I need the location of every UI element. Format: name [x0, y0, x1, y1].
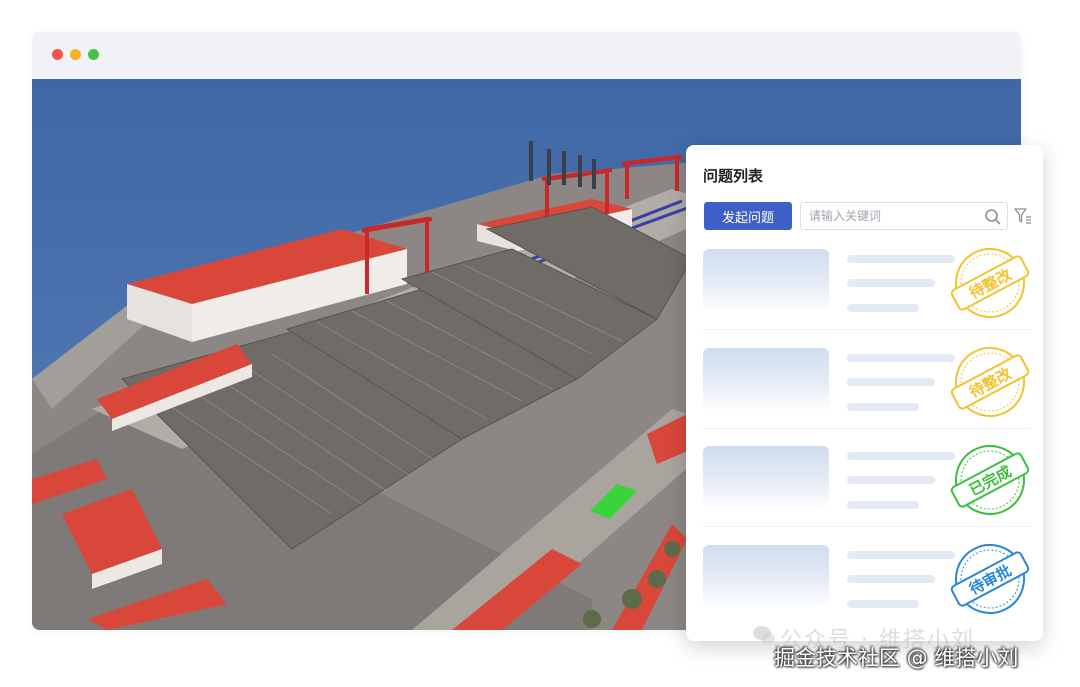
raise-issue-button[interactable]: 发起问题: [704, 202, 792, 230]
issue-list-item[interactable]: 已完成: [703, 445, 1030, 528]
issue-thumbnail: [703, 446, 829, 510]
status-stamp: 待整改: [950, 248, 1030, 318]
status-stamp: 待整改: [950, 347, 1030, 417]
wechat-icon: [753, 626, 775, 644]
issue-list-item[interactable]: 待审批: [703, 544, 1030, 627]
panel-title: 问题列表: [703, 167, 764, 185]
text-placeholder-line: [847, 354, 955, 362]
text-placeholder-line: [847, 304, 919, 312]
text-placeholder-line: [847, 476, 935, 484]
list-divider: [703, 428, 1030, 429]
search-box[interactable]: [800, 202, 1008, 230]
window-titlebar: [32, 32, 1021, 79]
issue-thumbnail: [703, 348, 829, 412]
issue-list-item[interactable]: 待整改: [703, 347, 1030, 430]
text-placeholder-line: [847, 575, 935, 583]
issue-list-item[interactable]: 待整改: [703, 248, 1030, 331]
status-stamp: 已完成: [950, 445, 1030, 515]
issue-thumbnail: [703, 545, 829, 609]
text-placeholder-line: [847, 600, 919, 608]
text-placeholder-line: [847, 378, 935, 386]
filter-icon[interactable]: [1014, 207, 1032, 225]
watermark-text: 掘金技术社区 @ 维搭小刘: [774, 646, 1019, 670]
list-divider: [703, 526, 1030, 527]
close-window-dot[interactable]: [52, 49, 63, 60]
text-placeholder-line: [847, 551, 955, 559]
maximize-window-dot[interactable]: [88, 49, 99, 60]
text-placeholder-line: [847, 501, 919, 509]
issue-thumbnail: [703, 249, 829, 313]
list-divider: [703, 329, 1030, 330]
search-icon[interactable]: [984, 208, 1001, 225]
text-placeholder-line: [847, 403, 919, 411]
status-stamp: 待审批: [950, 544, 1030, 614]
minimize-window-dot[interactable]: [70, 49, 81, 60]
text-placeholder-line: [847, 452, 955, 460]
search-input[interactable]: [809, 203, 979, 229]
issue-list-panel: 问题列表 发起问题 待整改: [686, 145, 1043, 641]
text-placeholder-line: [847, 279, 935, 287]
text-placeholder-line: [847, 255, 955, 263]
